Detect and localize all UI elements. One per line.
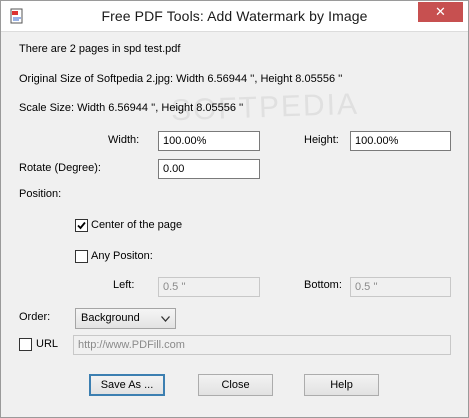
url-input[interactable]: http://www.PDFill.com bbox=[73, 335, 451, 355]
center-page-label: Center of the page bbox=[91, 219, 183, 231]
dialog-window: Free PDF Tools: Add Watermark by Image ✕… bbox=[0, 0, 469, 418]
scale-size-text: Scale Size: Width 6.56944 '', Height 8.0… bbox=[19, 102, 244, 114]
help-button[interactable]: Help bbox=[304, 374, 379, 396]
window-close-button[interactable]: ✕ bbox=[418, 2, 463, 22]
save-as-button[interactable]: Save As ... bbox=[89, 374, 165, 396]
close-icon: ✕ bbox=[435, 4, 446, 19]
url-label: URL bbox=[36, 338, 59, 350]
window-title: Free PDF Tools: Add Watermark by Image bbox=[101, 8, 368, 24]
height-input[interactable]: 100.00% bbox=[350, 131, 451, 151]
rotate-label: Rotate (Degree): bbox=[19, 162, 101, 174]
center-page-checkbox[interactable] bbox=[75, 219, 88, 232]
left-input[interactable]: 0.5 '' bbox=[158, 277, 260, 297]
position-label: Position: bbox=[19, 188, 62, 200]
chevron-down-icon bbox=[161, 316, 170, 322]
checkmark-icon bbox=[77, 221, 86, 230]
bottom-label: Bottom: bbox=[304, 279, 342, 291]
bottom-input[interactable]: 0.5 '' bbox=[350, 277, 451, 297]
close-button[interactable]: Close bbox=[198, 374, 273, 396]
any-position-checkbox[interactable] bbox=[75, 250, 88, 263]
width-label: Width: bbox=[108, 134, 140, 146]
url-checkbox[interactable] bbox=[19, 338, 32, 351]
width-input[interactable]: 100.00% bbox=[158, 131, 260, 151]
title-bar: Free PDF Tools: Add Watermark by Image ✕ bbox=[1, 1, 468, 32]
rotate-input[interactable]: 0.00 bbox=[158, 159, 260, 179]
original-size-text: Original Size of Softpedia 2.jpg: Width … bbox=[19, 73, 343, 85]
left-label: Left: bbox=[113, 279, 135, 291]
page-count-text: There are 2 pages in spd test.pdf bbox=[19, 43, 181, 55]
height-label: Height: bbox=[304, 134, 339, 146]
any-position-label: Any Positon: bbox=[91, 250, 153, 262]
order-label: Order: bbox=[19, 311, 51, 323]
order-select[interactable]: Background bbox=[75, 308, 176, 329]
order-selected-value: Background bbox=[81, 312, 140, 324]
